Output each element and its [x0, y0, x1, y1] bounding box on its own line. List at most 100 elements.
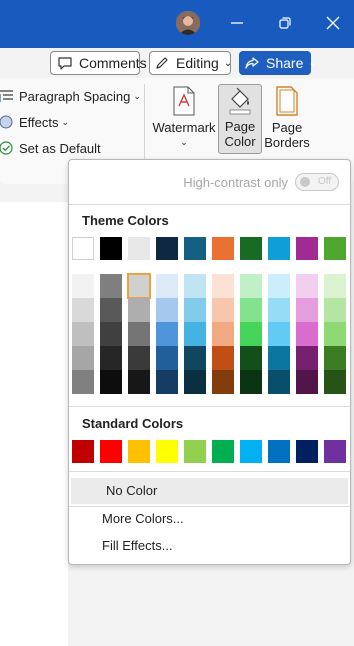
theme-color-swatch[interactable] [212, 237, 234, 260]
theme-shade-swatch[interactable] [324, 298, 346, 322]
theme-color-swatch[interactable] [296, 237, 318, 260]
theme-shade-swatch[interactable] [100, 298, 122, 322]
theme-shade-swatch[interactable] [296, 298, 318, 322]
theme-shade-swatch[interactable] [212, 370, 234, 394]
theme-shade-swatch[interactable] [184, 346, 206, 370]
minimize-button[interactable] [226, 12, 248, 34]
effects-icon [0, 115, 13, 129]
theme-shade-swatch[interactable] [324, 346, 346, 370]
standard-color-swatch[interactable] [324, 440, 346, 463]
theme-shade-swatch[interactable] [156, 370, 178, 394]
watermark-button[interactable]: Watermark ⌄ [152, 84, 216, 150]
theme-shade-swatch[interactable] [184, 274, 206, 298]
theme-color-swatch[interactable] [324, 237, 346, 260]
theme-color-swatch[interactable] [128, 237, 150, 260]
theme-shade-swatch[interactable] [156, 298, 178, 322]
theme-shade-swatch[interactable] [128, 346, 150, 370]
share-button[interactable]: Share ⌄ [239, 51, 317, 75]
comments-button[interactable]: Comments [50, 51, 147, 75]
theme-shade-swatch[interactable] [212, 298, 234, 322]
theme-shade-swatch[interactable] [127, 273, 151, 299]
user-avatar[interactable] [176, 11, 200, 35]
theme-color-swatch[interactable] [240, 237, 262, 260]
theme-shade-swatch[interactable] [324, 322, 346, 346]
theme-shade-swatch[interactable] [268, 322, 290, 346]
theme-color-swatch[interactable] [156, 237, 178, 260]
theme-color-swatch[interactable] [100, 237, 122, 260]
theme-shade-swatch[interactable] [240, 298, 262, 322]
theme-color-swatch[interactable] [268, 237, 290, 260]
standard-color-swatch[interactable] [156, 440, 178, 463]
theme-shade-swatch[interactable] [156, 346, 178, 370]
theme-shade-swatch[interactable] [296, 346, 318, 370]
share-icon [245, 57, 259, 69]
theme-shade-swatch[interactable] [100, 322, 122, 346]
document-page[interactable] [0, 202, 68, 646]
theme-shade-swatch[interactable] [156, 274, 178, 298]
standard-color-swatch[interactable] [184, 440, 206, 463]
theme-shade-swatch[interactable] [324, 274, 346, 298]
restore-button[interactable] [274, 12, 296, 34]
theme-shade-swatch[interactable] [268, 298, 290, 322]
theme-shade-swatch[interactable] [240, 274, 262, 298]
theme-shade-swatch[interactable] [128, 322, 150, 346]
page-color-button[interactable]: Page Color ⌄ [218, 84, 262, 163]
theme-shade-swatch[interactable] [184, 370, 206, 394]
close-button[interactable] [322, 12, 344, 34]
theme-shade-swatch[interactable] [212, 274, 234, 298]
standard-color-swatch[interactable] [240, 440, 262, 463]
high-contrast-toggle[interactable]: Off [295, 173, 339, 191]
effects-button[interactable]: Effects ⌄ [0, 112, 69, 132]
set-as-default-label: Set as Default [19, 140, 101, 156]
theme-shade-swatch[interactable] [268, 346, 290, 370]
theme-shade-swatch[interactable] [128, 370, 150, 394]
theme-shade-swatch[interactable] [100, 274, 122, 298]
theme-shade-swatch[interactable] [72, 298, 94, 322]
standard-color-swatch[interactable] [100, 440, 122, 463]
more-colors-label: More Colors... [102, 511, 184, 526]
paragraph-spacing-label: Paragraph Spacing [19, 88, 131, 104]
theme-shade-swatch[interactable] [268, 370, 290, 394]
theme-shade-swatch[interactable] [240, 346, 262, 370]
theme-shade-swatch[interactable] [296, 322, 318, 346]
theme-shade-swatch[interactable] [100, 346, 122, 370]
standard-color-swatch[interactable] [128, 440, 150, 463]
theme-shade-swatch[interactable] [128, 298, 150, 322]
standard-color-swatch[interactable] [268, 440, 290, 463]
standard-color-swatch[interactable] [296, 440, 318, 463]
high-contrast-row: High-contrast only Off [69, 160, 350, 200]
standard-color-swatch[interactable] [72, 440, 94, 463]
theme-shade-swatch[interactable] [72, 370, 94, 394]
theme-shade-swatch[interactable] [100, 370, 122, 394]
theme-shade-swatch[interactable] [184, 322, 206, 346]
theme-shade-swatch[interactable] [296, 274, 318, 298]
theme-shade-swatch[interactable] [184, 298, 206, 322]
theme-shade-swatch[interactable] [324, 370, 346, 394]
fill-effects-item[interactable]: Fill Effects... [71, 533, 348, 559]
toggle-knob [300, 177, 310, 187]
toggle-state-label: Off [318, 176, 332, 187]
theme-shade-swatch[interactable] [268, 274, 290, 298]
theme-shade-swatch[interactable] [212, 346, 234, 370]
theme-shade-swatch[interactable] [72, 322, 94, 346]
theme-shade-swatch[interactable] [240, 322, 262, 346]
theme-shade-swatch[interactable] [72, 274, 94, 298]
page-borders-label-line1: Page [271, 120, 303, 135]
editing-mode-button[interactable]: Editing ⌄ [149, 51, 232, 75]
theme-shade-swatch[interactable] [296, 370, 318, 394]
set-as-default-button[interactable]: Set as Default [0, 138, 101, 158]
theme-color-swatch[interactable] [184, 237, 206, 260]
theme-color-swatch[interactable] [72, 237, 94, 260]
watermark-icon [173, 86, 195, 116]
more-colors-item[interactable]: More Colors... [71, 506, 348, 532]
theme-shade-swatch[interactable] [212, 322, 234, 346]
no-color-item[interactable]: No Color [71, 478, 348, 504]
standard-color-swatch[interactable] [212, 440, 234, 463]
theme-shade-swatch[interactable] [156, 322, 178, 346]
page-borders-button[interactable]: Page Borders [264, 84, 310, 150]
theme-shade-swatch[interactable] [72, 346, 94, 370]
paragraph-spacing-button[interactable]: Paragraph Spacing ⌄ [0, 86, 141, 106]
theme-shade-swatch[interactable] [240, 370, 262, 394]
theme-colors-title: Theme Colors [82, 213, 169, 228]
checkmark-circle-icon [0, 141, 13, 155]
